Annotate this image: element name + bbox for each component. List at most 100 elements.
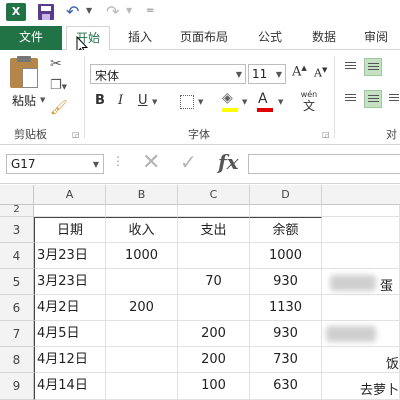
- table-cell[interactable]: 730: [250, 347, 322, 373]
- borders-dropdown-icon[interactable]: ▼: [198, 98, 203, 106]
- row-header[interactable]: 4: [0, 243, 34, 269]
- align-left-button[interactable]: [342, 90, 360, 108]
- align-middle-button[interactable]: [364, 58, 382, 76]
- paste-icon[interactable]: [10, 56, 38, 88]
- column-header-c[interactable]: C: [178, 185, 250, 205]
- table-cell[interactable]: 收入: [106, 217, 178, 243]
- tab-file[interactable]: 文件: [0, 26, 62, 50]
- bold-button[interactable]: B: [95, 93, 105, 108]
- table-cell[interactable]: [250, 205, 322, 217]
- name-box[interactable]: G17 ▼: [6, 154, 104, 174]
- table-cell[interactable]: 200: [178, 321, 250, 347]
- italic-button[interactable]: I: [118, 93, 123, 108]
- row-header[interactable]: 8: [0, 347, 34, 373]
- format-painter-icon[interactable]: 🖌: [50, 100, 68, 116]
- column-header-e[interactable]: [322, 185, 400, 205]
- table-cell[interactable]: [178, 295, 250, 321]
- redo-icon[interactable]: ↷: [106, 2, 119, 21]
- row-header[interactable]: 5: [0, 269, 34, 295]
- shrink-font-button[interactable]: A▼: [314, 66, 327, 80]
- fill-color-swatch: [222, 108, 238, 112]
- table-cell[interactable]: 630: [250, 373, 322, 400]
- table-cell[interactable]: 4月14日: [34, 373, 106, 400]
- table-cell[interactable]: 3月23日: [34, 243, 106, 269]
- tab-data[interactable]: 数据: [312, 26, 336, 50]
- align-top-button[interactable]: [342, 58, 360, 76]
- save-icon[interactable]: [38, 4, 54, 20]
- row-header[interactable]: 6: [0, 295, 34, 321]
- table-cell[interactable]: [178, 243, 250, 269]
- column-header-d[interactable]: D: [250, 185, 322, 205]
- fill-color-icon[interactable]: ◈: [222, 90, 233, 106]
- font-name-select[interactable]: 宋体 ▼: [90, 64, 246, 84]
- enter-icon[interactable]: ✓: [180, 150, 197, 174]
- table-cell[interactable]: 930: [250, 269, 322, 295]
- table-cell[interactable]: 70: [178, 269, 250, 295]
- table-cell[interactable]: 支出: [178, 217, 250, 243]
- cut-icon[interactable]: ✂: [50, 56, 62, 72]
- column-header-b[interactable]: B: [106, 185, 178, 205]
- table-cell[interactable]: [322, 295, 400, 321]
- table-cell[interactable]: 4月2日: [34, 295, 106, 321]
- table-cell[interactable]: [322, 243, 400, 269]
- blurred-region: [330, 275, 376, 291]
- row-header[interactable]: 7: [0, 321, 34, 347]
- underline-button[interactable]: U: [138, 93, 148, 108]
- undo-icon[interactable]: ↶: [66, 2, 79, 21]
- align-right-button[interactable]: [386, 90, 400, 108]
- table-cell[interactable]: 1000: [106, 243, 178, 269]
- table-cell[interactable]: [178, 205, 250, 217]
- table-cell[interactable]: [106, 205, 178, 217]
- table-cell[interactable]: [106, 269, 178, 295]
- formula-input[interactable]: [248, 154, 400, 174]
- customize-toolbar-icon[interactable]: =: [146, 5, 154, 16]
- table-cell[interactable]: 4月12日: [34, 347, 106, 373]
- clipboard-launcher-icon[interactable]: ◲: [72, 130, 80, 139]
- font-color-icon[interactable]: A: [258, 91, 268, 107]
- font-color-dropdown-icon[interactable]: ▼: [278, 98, 283, 106]
- row-header[interactable]: 3: [0, 217, 34, 243]
- table-cell[interactable]: 200: [106, 295, 178, 321]
- tab-home[interactable]: 开始: [66, 26, 110, 51]
- table-cell[interactable]: 4月5日: [34, 321, 106, 347]
- table-cell[interactable]: [322, 217, 400, 243]
- table-cell[interactable]: 余额: [250, 217, 322, 243]
- table-cell[interactable]: 1130: [250, 295, 322, 321]
- tab-review[interactable]: 审阅: [364, 26, 388, 50]
- paste-button-label[interactable]: 粘贴: [12, 92, 36, 109]
- function-icon[interactable]: fx: [218, 150, 239, 174]
- borders-icon[interactable]: [180, 95, 194, 109]
- row-header[interactable]: 9: [0, 373, 34, 400]
- paste-dropdown-icon[interactable]: ▼: [40, 96, 45, 104]
- formula-bar-grip-icon[interactable]: ⋮: [112, 154, 124, 168]
- align-center-button[interactable]: [364, 90, 382, 108]
- table-cell[interactable]: [322, 205, 400, 217]
- undo-dropdown-icon[interactable]: ▼: [86, 6, 92, 15]
- cancel-icon[interactable]: ✕: [142, 150, 160, 175]
- table-cell[interactable]: 日期: [34, 217, 106, 243]
- column-header-a[interactable]: A: [34, 185, 106, 205]
- select-all-corner[interactable]: [0, 185, 34, 205]
- table-cell[interactable]: 1000: [250, 243, 322, 269]
- table-cell[interactable]: 100: [178, 373, 250, 400]
- redo-dropdown-icon[interactable]: ▼: [126, 6, 132, 15]
- underline-dropdown-icon[interactable]: ▼: [152, 98, 157, 106]
- table-cell[interactable]: [106, 321, 178, 347]
- table-cell[interactable]: [106, 373, 178, 400]
- copy-icon[interactable]: ❐▼: [50, 78, 67, 93]
- table-cell[interactable]: 3月23日: [34, 269, 106, 295]
- grow-font-button[interactable]: A▲: [292, 64, 307, 79]
- row-header[interactable]: 2: [0, 205, 34, 217]
- tab-page-layout[interactable]: 页面布局: [180, 26, 228, 50]
- table-cell[interactable]: 930: [250, 321, 322, 347]
- blurred-region: [326, 326, 376, 342]
- phonetic-guide-button[interactable]: wén 文: [298, 90, 320, 113]
- tab-formulas[interactable]: 公式: [258, 26, 282, 50]
- table-cell[interactable]: 200: [178, 347, 250, 373]
- font-launcher-icon[interactable]: ◲: [322, 130, 330, 139]
- fill-dropdown-icon[interactable]: ▼: [242, 98, 247, 106]
- tab-insert[interactable]: 插入: [128, 26, 152, 50]
- table-cell[interactable]: [34, 205, 106, 217]
- font-size-select[interactable]: 11 ▼: [248, 64, 286, 84]
- table-cell[interactable]: [106, 347, 178, 373]
